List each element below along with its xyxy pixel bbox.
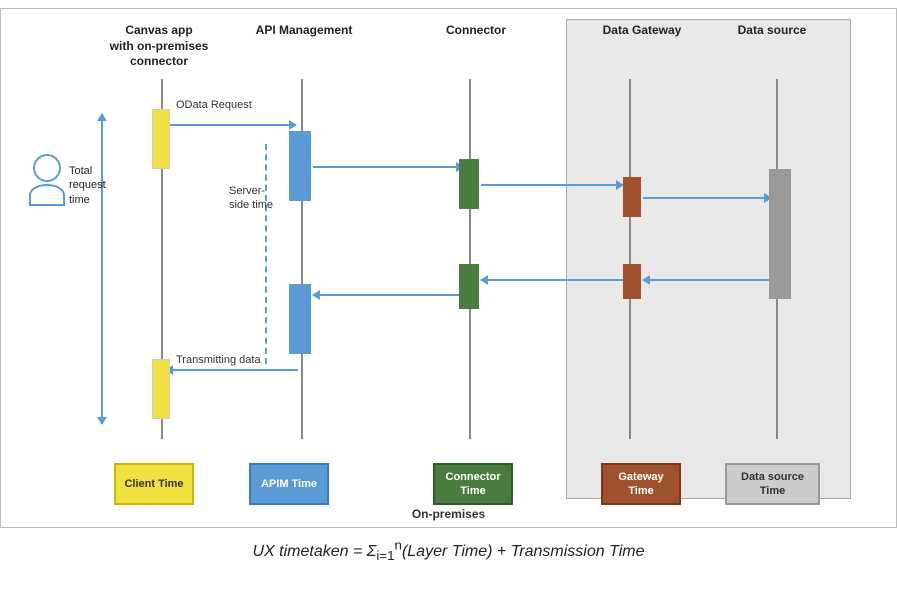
col-header-canvas: Canvas appwith on-premisesconnector — [109, 23, 209, 70]
block-client-bottom — [152, 359, 170, 419]
block-connector-bottom — [459, 264, 479, 309]
arrow-apim-to-canvas — [166, 369, 298, 371]
arrow-canvas-to-apim — [166, 124, 296, 126]
legend-gateway-time: GatewayTime — [601, 463, 681, 505]
block-connector-top — [459, 159, 479, 209]
block-datasource — [769, 169, 791, 299]
col-header-gateway: Data Gateway — [597, 23, 687, 39]
legend-connector-time: ConnectorTime — [433, 463, 513, 505]
col-header-apim: API Management — [249, 23, 359, 39]
varrow-total-time — [101, 114, 103, 424]
diagram-container: Canvas appwith on-premisesconnector API … — [0, 8, 897, 528]
block-gateway-bottom — [623, 264, 641, 299]
block-apim-top — [289, 131, 311, 201]
arrow-gateway-to-datasource — [643, 197, 771, 199]
person-icon — [29, 154, 65, 206]
server-side-label: Server-side time — [229, 184, 273, 213]
arrow-datasource-to-gateway — [643, 279, 771, 281]
vline-serverside — [265, 144, 267, 364]
block-gateway-top — [623, 177, 641, 217]
onprem-label: On-premises — [412, 507, 485, 521]
legend-apim-time: APIM Time — [249, 463, 329, 505]
legend-client-time: Client Time — [114, 463, 194, 505]
transmitting-label: Transmitting data — [176, 354, 261, 366]
col-header-connector: Connector — [431, 23, 521, 39]
block-client-top — [152, 109, 170, 169]
vline-gateway — [629, 79, 631, 439]
col-header-datasource: Data source — [727, 23, 817, 39]
legend-datasource-time: Data sourceTime — [725, 463, 820, 505]
arrow-apim-to-connector — [313, 166, 463, 168]
onprem-area — [566, 19, 851, 499]
total-request-label: Totalrequesttime — [69, 164, 106, 207]
block-apim-bottom — [289, 284, 311, 354]
arrow-gateway-to-connector — [481, 279, 623, 281]
formula: UX timetaken = Σi=1n(Layer Time) + Trans… — [0, 538, 897, 564]
vline-connector — [469, 79, 471, 439]
arrow-connector-to-apim — [313, 294, 461, 296]
arrow-connector-to-gateway — [481, 184, 623, 186]
odata-request-label: OData Request — [176, 99, 252, 111]
